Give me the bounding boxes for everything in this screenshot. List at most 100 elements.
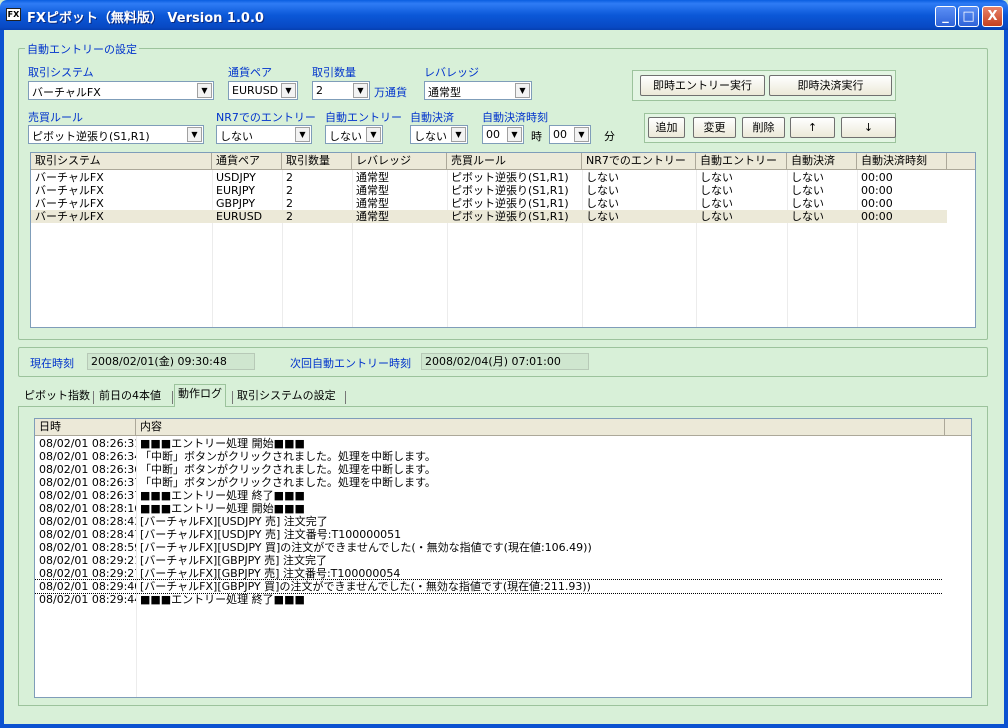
- nr7-select[interactable]: しない ▼: [216, 125, 312, 144]
- log-message: [バーチャルFX][GBPJPY 買]の注文ができませんでした(・無効な指値です…: [140, 580, 591, 593]
- list-item[interactable]: 08/02/01 08:26:31 ■■■エントリー処理 開始■■■: [35, 437, 945, 450]
- quantity-label: 取引数量: [312, 66, 356, 79]
- list-item[interactable]: 08/02/01 08:28:47 [バーチャルFX][USDJPY 売] 注文番…: [35, 528, 945, 541]
- column-header[interactable]: 自動決済: [787, 153, 857, 170]
- log-table[interactable]: 日時 内容 08/02/01 08:26:31 ■■■エントリー処理 開始■■■ 0…: [34, 418, 972, 698]
- log-message: ■■■エントリー処理 終了■■■: [140, 593, 305, 606]
- column-header[interactable]: 内容: [136, 419, 945, 436]
- table-cell: しない: [700, 210, 733, 223]
- chevron-down-icon[interactable]: ▼: [507, 127, 522, 142]
- column-header[interactable]: 取引システム: [31, 153, 212, 170]
- chevron-down-icon[interactable]: ▼: [187, 127, 202, 142]
- move-up-button[interactable]: ↑: [790, 117, 835, 138]
- chevron-down-icon[interactable]: ▼: [197, 83, 212, 98]
- log-message: ■■■エントリー処理 開始■■■: [140, 437, 305, 450]
- auto-settle-select[interactable]: しない ▼: [410, 125, 468, 144]
- system-select-value: バーチャルFX: [32, 86, 101, 99]
- column-header[interactable]: 自動エントリー: [696, 153, 787, 170]
- quantity-select[interactable]: 2 ▼: [312, 81, 370, 100]
- column-header[interactable]: 日時: [35, 419, 136, 436]
- leverage-select[interactable]: 通常型 ▼: [424, 81, 532, 100]
- settle-hour-select[interactable]: 00 ▼: [482, 125, 524, 144]
- list-item[interactable]: 08/02/01 08:28:43 [バーチャルFX][USDJPY 売] 注文完…: [35, 515, 945, 528]
- settings-table[interactable]: 取引システム 通貨ペア 取引数量 レバレッジ 売買ルール NR7でのエントリー …: [30, 152, 976, 328]
- table-row[interactable]: バーチャルFX GBPJPY 2 通常型 ピボット逆張り(S1,R1) しない しない しない…: [31, 197, 947, 210]
- table-cell: バーチャルFX: [35, 210, 104, 223]
- list-item[interactable]: 08/02/01 08:26:36 「中断」ボタンがクリックされました。処理を中断…: [35, 463, 945, 476]
- table-row[interactable]: バーチャルFX EURJPY 2 通常型 ピボット逆張り(S1,R1) しない しない しない…: [31, 184, 947, 197]
- table-cell: EURUSD: [216, 210, 263, 223]
- table-cell: しない: [791, 171, 824, 184]
- table-cell: 00:00: [861, 171, 893, 184]
- table-cell: GBPJPY: [216, 197, 256, 210]
- close-button[interactable]: X: [982, 6, 1003, 27]
- delete-button[interactable]: 削除: [742, 117, 785, 138]
- settle-minute-value: 00: [553, 128, 567, 141]
- list-item[interactable]: 08/02/01 08:29:40 [バーチャルFX][GBPJPY 買]の注文が…: [35, 579, 946, 594]
- settle-now-button[interactable]: 即時決済実行: [769, 75, 892, 96]
- list-item[interactable]: 08/02/01 08:29:21 [バーチャルFX][GBPJPY 売] 注文完…: [35, 554, 945, 567]
- tab-pivot-index[interactable]: ピボット指数: [21, 387, 93, 407]
- current-time-value: 2008/02/01(金) 09:30:48: [87, 353, 255, 370]
- list-item[interactable]: 08/02/01 08:28:16 ■■■エントリー処理 開始■■■: [35, 502, 945, 515]
- chevron-down-icon[interactable]: ▼: [295, 127, 310, 142]
- log-message: 「中断」ボタンがクリックされました。処理を中断します。: [140, 476, 436, 489]
- column-header[interactable]: レバレッジ: [352, 153, 447, 170]
- leverage-select-value: 通常型: [428, 86, 461, 99]
- list-item[interactable]: 08/02/01 08:26:34 「中断」ボタンがクリックされました。処理を中断…: [35, 450, 945, 463]
- table-cell: しない: [791, 184, 824, 197]
- log-datetime: 08/02/01 08:28:43: [39, 515, 136, 528]
- list-item[interactable]: 08/02/01 08:26:37 「中断」ボタンがクリックされました。処理を中断…: [35, 476, 945, 489]
- chevron-down-icon[interactable]: ▼: [574, 127, 589, 142]
- rule-select[interactable]: ピボット逆張り(S1,R1) ▼: [28, 125, 204, 144]
- auto-entry-select-value: しない: [329, 130, 362, 143]
- log-table-scroll-area[interactable]: [943, 436, 971, 697]
- list-item[interactable]: 08/02/01 08:29:44 ■■■エントリー処理 終了■■■: [35, 593, 945, 606]
- list-item[interactable]: 08/02/01 08:26:37 ■■■エントリー処理 終了■■■: [35, 489, 945, 502]
- next-entry-time-label: 次回自動エントリー時刻: [290, 357, 411, 370]
- auto-entry-select[interactable]: しない ▼: [325, 125, 383, 144]
- app-icon[interactable]: FX: [6, 8, 21, 21]
- list-item[interactable]: 08/02/01 08:28:59 [バーチャルFX][USDJPY 買]の注文が…: [35, 541, 945, 554]
- chevron-down-icon[interactable]: ▼: [353, 83, 368, 98]
- chevron-down-icon[interactable]: ▼: [366, 127, 381, 142]
- settle-hour-value: 00: [486, 128, 500, 141]
- maximize-button[interactable]: □: [958, 6, 979, 27]
- tab-operation-log[interactable]: 動作ログ: [174, 384, 226, 407]
- window-title: FXピボット（無料版） Version 1.0.0: [27, 11, 264, 26]
- table-cell: しない: [791, 210, 824, 223]
- settings-table-scroll-area[interactable]: [947, 170, 975, 327]
- log-datetime: 08/02/01 08:28:16: [39, 502, 136, 515]
- column-header[interactable]: 自動決済時刻: [857, 153, 947, 170]
- system-select[interactable]: バーチャルFX ▼: [28, 81, 214, 100]
- table-cell: しない: [791, 197, 824, 210]
- minute-label: 分: [604, 130, 615, 143]
- table-cell: EURJPY: [216, 184, 255, 197]
- add-button[interactable]: 追加: [648, 117, 685, 138]
- chevron-down-icon[interactable]: ▼: [281, 83, 296, 98]
- entry-now-button[interactable]: 即時エントリー実行: [640, 75, 765, 96]
- settle-minute-select[interactable]: 00 ▼: [549, 125, 591, 144]
- move-down-button[interactable]: ↓: [841, 117, 896, 138]
- table-cell: 2: [286, 171, 293, 184]
- nr7-label: NR7でのエントリー: [216, 111, 316, 124]
- tab-system-settings[interactable]: 取引システムの設定: [234, 387, 339, 407]
- table-cell: しない: [586, 171, 619, 184]
- column-header[interactable]: NR7でのエントリー: [582, 153, 696, 170]
- unit-label: 万通貨: [374, 86, 407, 99]
- title-bar[interactable]: FX FXピボット（無料版） Version 1.0.0 _ □ X: [0, 0, 1008, 30]
- column-header[interactable]: 取引数量: [282, 153, 352, 170]
- change-button[interactable]: 変更: [693, 117, 736, 138]
- list-item[interactable]: 08/02/01 08:29:27 [バーチャルFX][GBPJPY 売] 注文番…: [35, 567, 945, 580]
- chevron-down-icon[interactable]: ▼: [451, 127, 466, 142]
- rule-select-value: ピボット逆張り(S1,R1): [32, 130, 150, 143]
- table-cell: しない: [700, 171, 733, 184]
- chevron-down-icon[interactable]: ▼: [515, 83, 530, 98]
- pair-select[interactable]: EURUSD ▼: [228, 81, 298, 100]
- column-header[interactable]: 通貨ペア: [212, 153, 282, 170]
- minimize-button[interactable]: _: [935, 6, 956, 27]
- table-row[interactable]: バーチャルFX USDJPY 2 通常型 ピボット逆張り(S1,R1) しない しない しない…: [31, 171, 947, 184]
- table-row[interactable]: バーチャルFX EURUSD 2 通常型 ピボット逆張り(S1,R1) しない しない しない…: [31, 210, 947, 223]
- column-header[interactable]: 売買ルール: [447, 153, 582, 170]
- tab-previous-day-prices[interactable]: 前日の4本値: [96, 387, 164, 407]
